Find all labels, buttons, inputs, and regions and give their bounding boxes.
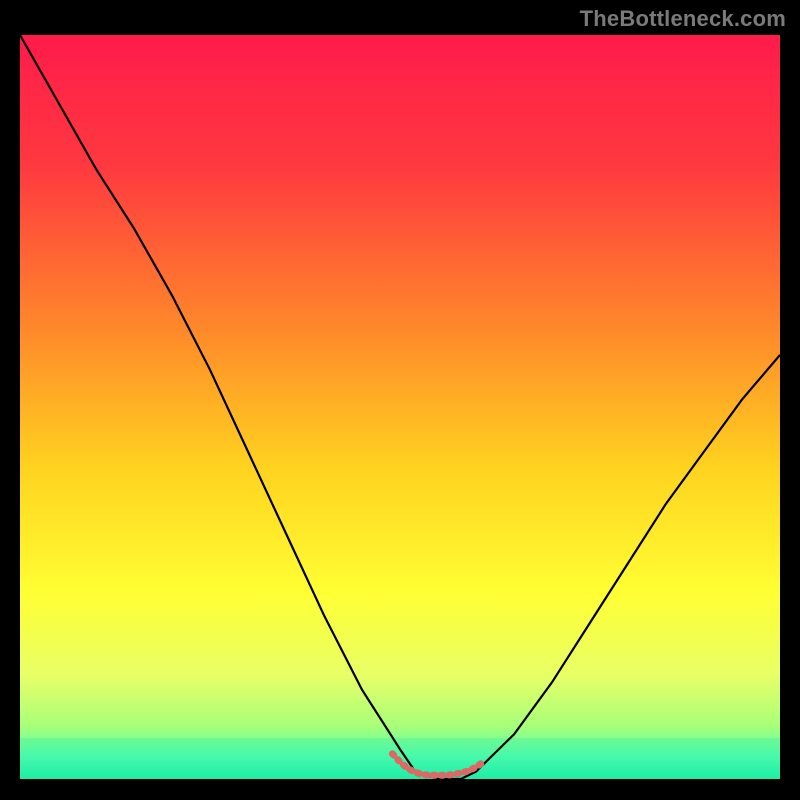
bottleneck-chart: [20, 35, 780, 779]
plot-area: [20, 35, 780, 779]
chart-frame: TheBottleneck.com: [0, 0, 800, 800]
watermark-text: TheBottleneck.com: [580, 6, 786, 32]
gradient-background: [20, 35, 780, 779]
